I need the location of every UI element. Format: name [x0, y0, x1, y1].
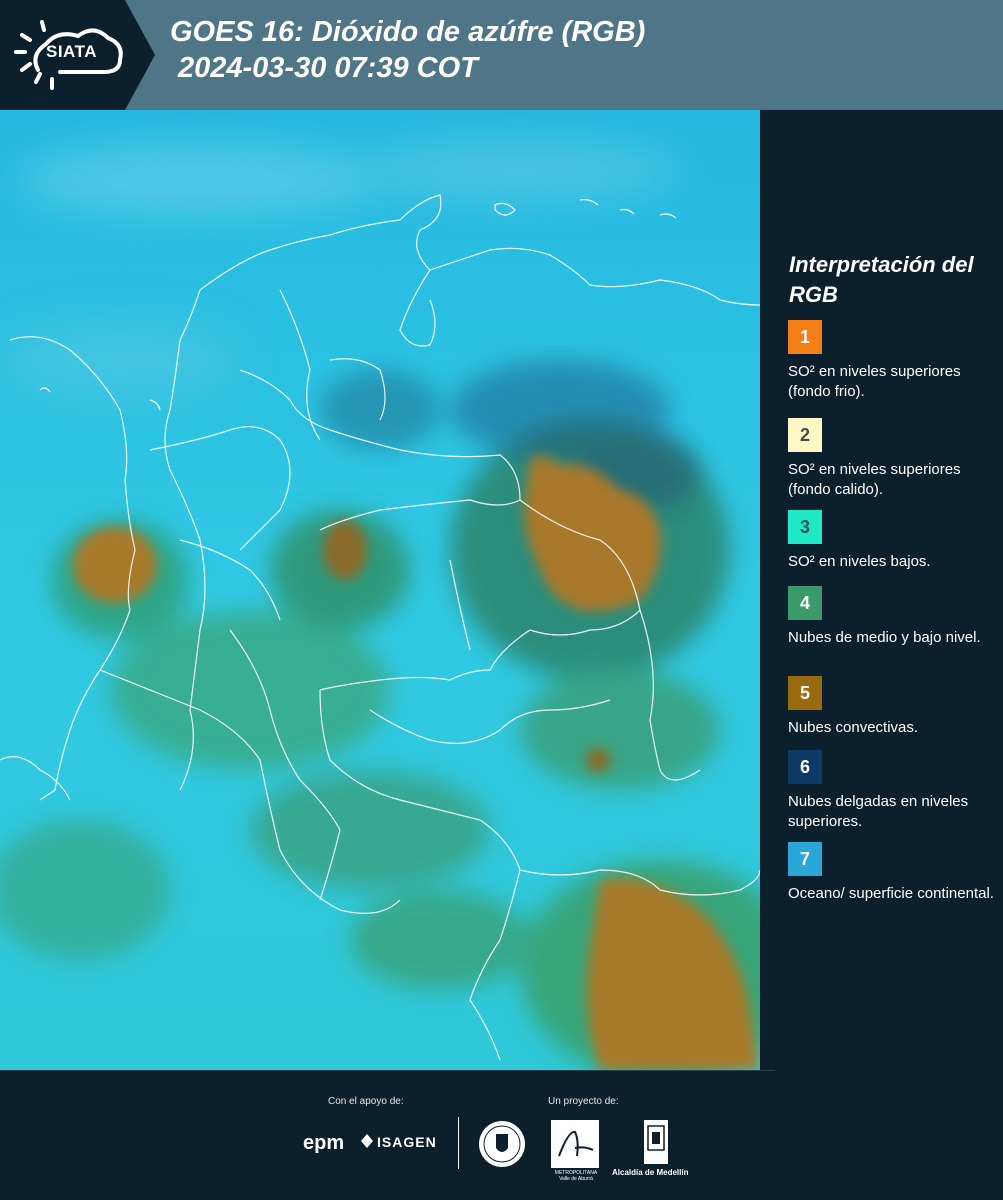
legend-title: Interpretación del RGB	[789, 252, 974, 307]
legend-item-5: 5 Nubes convectivas.	[788, 676, 998, 738]
legend-swatch-2: 2	[788, 418, 822, 452]
legend-number-1: 1	[799, 326, 810, 347]
satellite-map[interactable]	[0, 110, 760, 1070]
isagen-logo-text: ISAGEN	[377, 1134, 437, 1150]
alcaldia-shield-icon[interactable]	[642, 1118, 670, 1166]
header-bar: SIATA GOES 16: Dióxido de azúfre (RGB) 2…	[0, 0, 1003, 110]
area-metropolitana-logo[interactable]	[551, 1120, 599, 1168]
epm-logo[interactable]: epm	[303, 1132, 344, 1155]
siata-logo-text: SIATA	[46, 42, 97, 61]
legend-item-4: 4 Nubes de medio y bajo nivel.	[788, 586, 998, 648]
medellin-seal-icon[interactable]	[478, 1120, 526, 1168]
legend-item-7: 7 Oceano/ superficie continental.	[788, 842, 998, 904]
legend-number-3: 3	[799, 516, 810, 537]
legend-label-3: SO² en niveles bajos.	[788, 553, 931, 570]
legend-item-3: 3 SO² en niveles bajos.	[788, 510, 998, 572]
footer-separator	[458, 1117, 459, 1169]
area-metropolitana-text: METROPOLITANA Valle de Aburrá	[554, 1170, 598, 1182]
legend-label-4: Nubes de medio y bajo nivel.	[788, 629, 981, 646]
title-timestamp: 2024-03-30 07:39 COT	[178, 52, 478, 84]
legend-swatch-3: 3	[788, 510, 822, 544]
area-metropolitana-icon	[558, 1130, 594, 1157]
footer-bar: Con el apoyo de: Un proyecto de: epm ISA…	[0, 1070, 1003, 1200]
legend-swatch-5: 5	[788, 676, 822, 710]
legend-label-6: Nubes delgadas en niveles superiores.	[788, 793, 969, 830]
footer-divider	[0, 1070, 775, 1071]
legend-item-1: 1 SO² en niveles superiores (fondo frio)…	[788, 320, 998, 402]
isagen-icon	[361, 1134, 373, 1148]
rgb-legend-panel: Interpretación del RGB 1 SO² en niveles …	[760, 110, 1003, 1070]
legend-swatch-7: 7	[788, 842, 822, 876]
legend-item-2: 2 SO² en niveles superiores (fondo calid…	[788, 418, 998, 500]
siata-logo[interactable]: SIATA	[0, 0, 155, 110]
legend-item-6: 6 Nubes delgadas en niveles superiores.	[788, 750, 998, 832]
legend-label-5: Nubes convectivas.	[788, 719, 919, 736]
legend-swatch-6: 6	[788, 750, 822, 784]
project-label: Un proyecto de:	[548, 1096, 619, 1107]
legend-number-5: 5	[799, 682, 810, 703]
page-title: GOES 16: Dióxido de azúfre (RGB) 2024-03…	[170, 14, 645, 86]
isagen-logo[interactable]: ISAGEN	[377, 1134, 437, 1150]
legend-label-1: SO² en niveles superiores (fondo frio).	[788, 363, 961, 400]
legend-swatch-1: 1	[788, 320, 822, 354]
legend-number-6: 6	[799, 756, 810, 777]
legend-number-7: 7	[799, 848, 810, 869]
legend-swatch-4: 4	[788, 586, 822, 620]
title-product: GOES 16: Dióxido de azúfre (RGB)	[170, 16, 646, 48]
legend-number-2: 2	[799, 424, 810, 445]
legend-number-4: 4	[799, 592, 810, 613]
legend-label-7: Oceano/ superficie continental.	[788, 885, 994, 902]
support-label: Con el apoyo de:	[328, 1096, 404, 1107]
legend-label-2: SO² en niveles superiores (fondo calido)…	[788, 461, 961, 498]
alcaldia-text: Alcaldía de Medellín	[612, 1168, 689, 1177]
